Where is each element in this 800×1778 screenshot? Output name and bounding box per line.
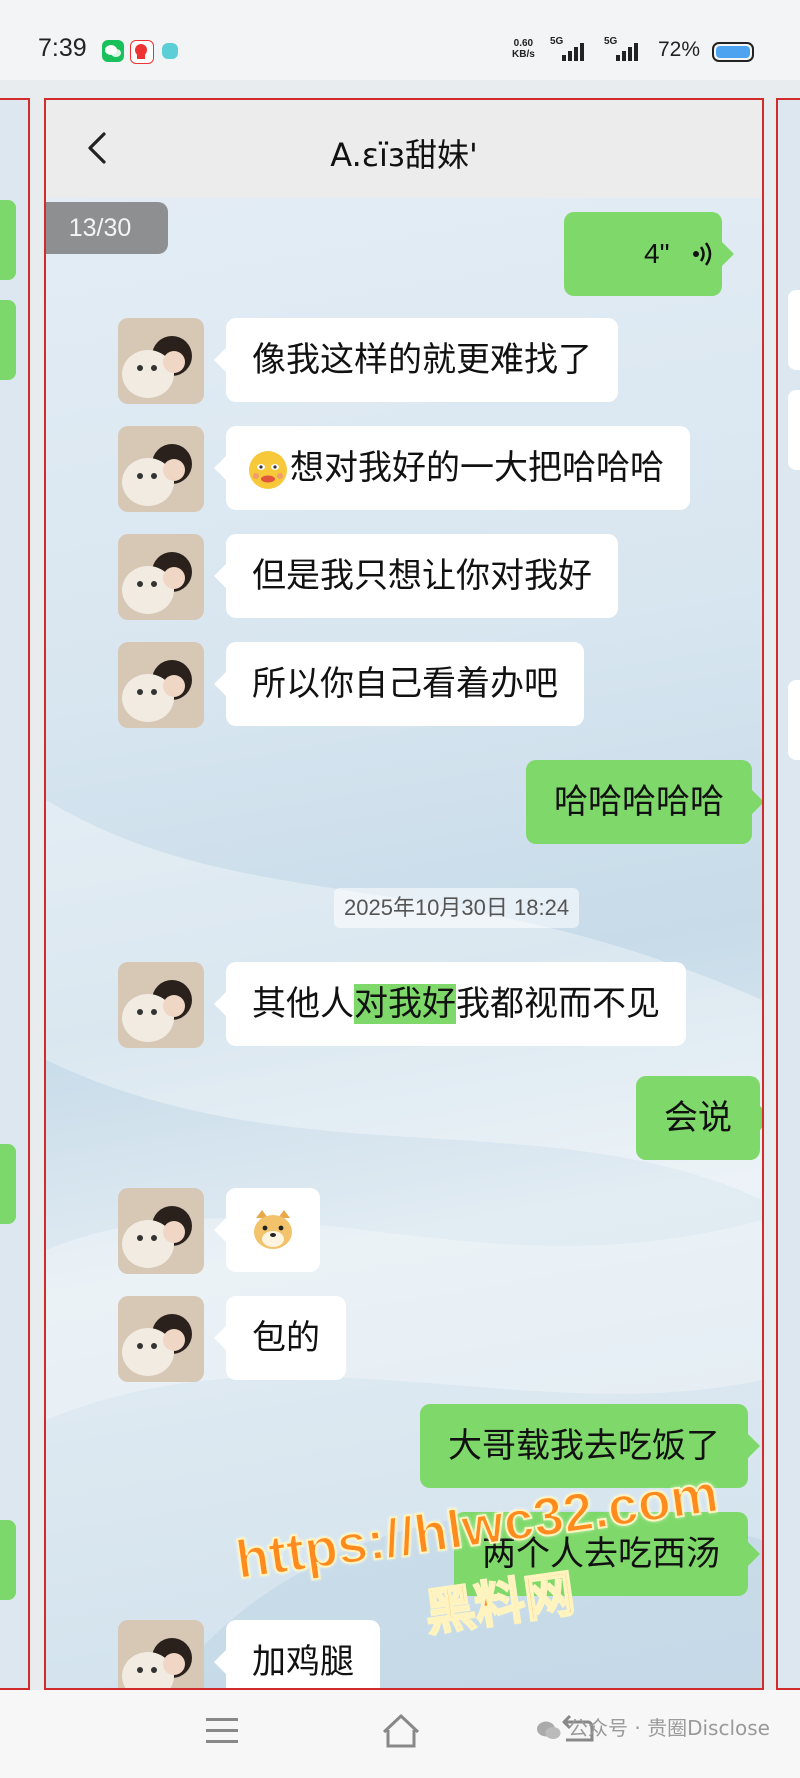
contact-avatar[interactable]	[118, 426, 204, 512]
doge-emoji-icon	[254, 1210, 292, 1249]
home-icon[interactable]	[380, 1710, 422, 1750]
highlighted-text: 对我好	[354, 984, 456, 1024]
app-notification-icon	[130, 40, 154, 64]
voice-message-bubble[interactable]: 4"	[564, 212, 734, 296]
message-bubble[interactable]: 哈哈哈哈哈	[526, 760, 762, 844]
source-tag: 公众号 · 贵圈Disclose	[536, 1712, 770, 1741]
sticker-message-bubble[interactable]	[214, 1188, 320, 1272]
chat-header: A.εïз甜妹'	[46, 100, 762, 198]
signal-2-icon: 5G	[604, 36, 640, 64]
chat-window: A.εïз甜妹' 13/30 4" 像我这样的就更难找了 想对我好的一大把哈哈哈…	[44, 98, 764, 1690]
contact-avatar[interactable]	[118, 1296, 204, 1382]
contact-avatar[interactable]	[118, 642, 204, 728]
contact-avatar[interactable]	[118, 318, 204, 404]
next-screenshot-panel	[776, 98, 800, 1690]
message-notification-icon	[162, 43, 178, 59]
contact-avatar[interactable]	[118, 1188, 204, 1274]
message-text: 我都视而不见	[456, 984, 660, 1024]
chat-title: A.εïз甜妹'	[330, 136, 478, 174]
voice-duration: 4"	[644, 238, 670, 269]
message-bubble[interactable]: 想对我好的一大把哈哈哈	[214, 426, 690, 510]
network-rate: 0.60 KB/s	[512, 38, 535, 60]
message-bubble[interactable]: 包的	[214, 1296, 346, 1380]
battery-icon	[712, 42, 754, 62]
page-counter: 13/30	[46, 202, 168, 254]
sly-face-emoji-icon	[249, 450, 287, 489]
wechat-logo-icon	[537, 1721, 561, 1739]
message-bubble[interactable]: 像我这样的就更难找了	[214, 318, 618, 402]
battery-percent: 72%	[658, 38, 701, 61]
signal-1-icon: 5G	[550, 36, 586, 64]
message-timestamp: 2025年10月30日 18:24	[334, 888, 580, 928]
message-text: 其他人	[252, 984, 354, 1024]
message-bubble[interactable]: 会说	[636, 1076, 762, 1160]
menu-icon[interactable]	[204, 1714, 240, 1748]
message-bubble[interactable]: 但是我只想让你对我好	[214, 534, 618, 618]
wechat-notification-icon	[102, 40, 124, 62]
message-bubble[interactable]: 所以你自己看着办吧	[214, 642, 584, 726]
status-bar: 7:39 0.60 KB/s 5G 5G 72%	[0, 0, 800, 80]
previous-screenshot-panel	[0, 98, 30, 1690]
contact-avatar[interactable]	[118, 962, 204, 1048]
voice-wave-icon	[693, 242, 712, 266]
message-bubble[interactable]: 其他人对我好我都视而不见	[214, 962, 686, 1046]
contact-avatar[interactable]	[118, 1620, 204, 1688]
contact-avatar[interactable]	[118, 534, 204, 620]
status-time: 7:39	[38, 34, 87, 62]
message-text: 想对我好的一大把哈哈哈	[290, 448, 664, 488]
